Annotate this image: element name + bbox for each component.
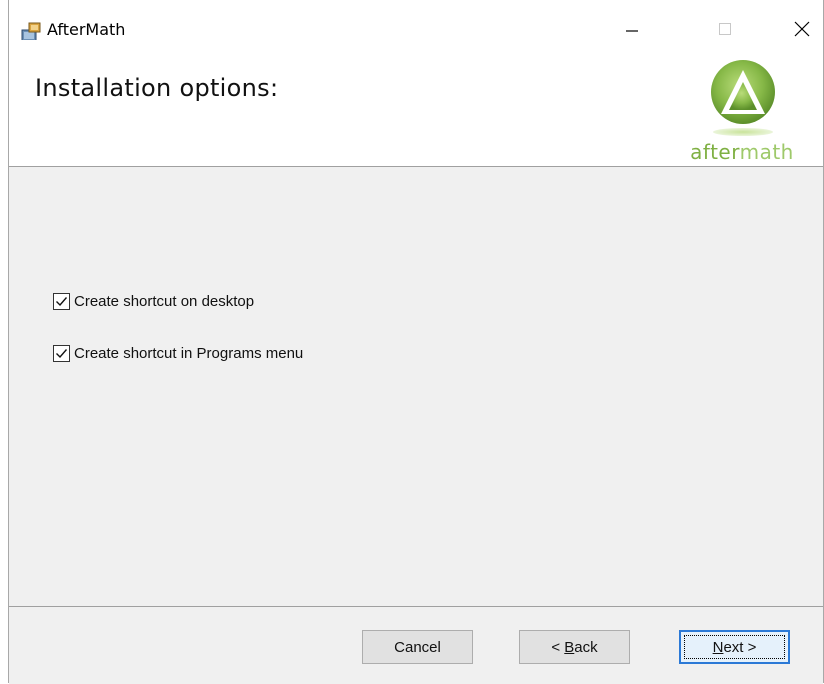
aftermath-logo: aftermath (667, 48, 817, 166)
back-button[interactable]: < Back (519, 630, 630, 664)
title-bar[interactable]: AfterMath (9, 0, 823, 42)
desktop-shortcut-checkbox[interactable] (53, 293, 70, 310)
checkmark-icon (56, 297, 68, 307)
desktop-shortcut-option[interactable]: Create shortcut on desktop (53, 293, 254, 310)
programs-menu-shortcut-option[interactable]: Create shortcut in Programs menu (53, 345, 303, 362)
close-icon (794, 21, 810, 37)
installer-window: AfterMath Installation options: aftermat… (8, 0, 824, 684)
logo-text: aftermath (690, 140, 794, 164)
next-button[interactable]: Next > (679, 630, 790, 664)
options-panel: Create shortcut on desktop Create shortc… (9, 167, 823, 606)
next-button-label: Next > (712, 638, 757, 656)
desktop-shortcut-label: Create shortcut on desktop (74, 293, 255, 310)
button-bar: Cancel < Back Next > (9, 606, 823, 684)
header-banner: Installation options: aftermath (9, 40, 823, 167)
programs-menu-shortcut-checkbox[interactable] (53, 345, 70, 362)
page-title: Installation options: (35, 74, 279, 102)
programs-menu-shortcut-label: Create shortcut in Programs menu (74, 345, 304, 362)
maximize-icon (719, 23, 731, 35)
window-title: AfterMath (47, 20, 126, 39)
minimize-icon (626, 30, 638, 32)
cancel-button-label: Cancel (394, 638, 441, 656)
cancel-button[interactable]: Cancel (362, 630, 473, 664)
back-button-label: < Back (551, 638, 598, 656)
checkmark-icon (56, 349, 68, 359)
logo-emblem-icon (711, 60, 775, 136)
